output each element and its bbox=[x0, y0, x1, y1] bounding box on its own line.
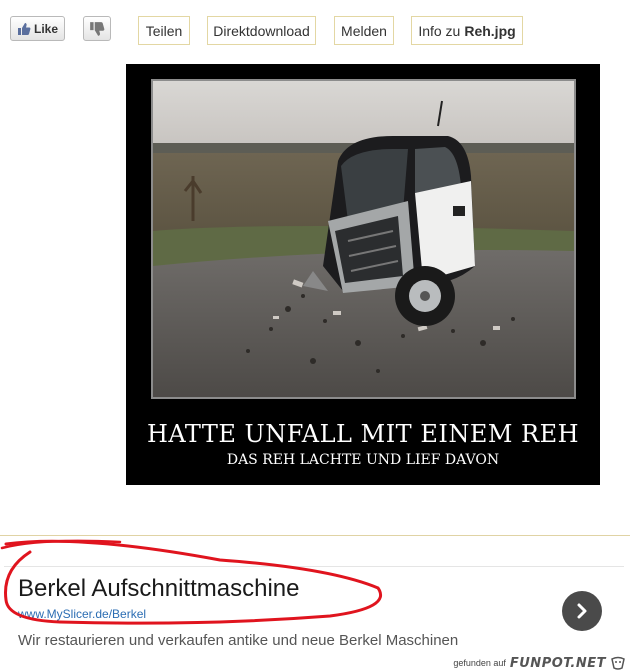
like-label: Like bbox=[33, 21, 58, 36]
watermark-prefix: gefunden auf bbox=[453, 658, 506, 668]
download-label: Direktdownload bbox=[213, 22, 310, 39]
poster-subtitle: DAS REH LACHTE UND LIEF DAVON bbox=[226, 452, 500, 468]
report-label: Melden bbox=[341, 22, 387, 39]
demotivational-poster: HATTE UNFALL MIT EINEM REH DAS REH LACHT… bbox=[126, 64, 600, 485]
poster-title: HATTE UNFALL MIT EINEM REH bbox=[146, 420, 580, 448]
thumbs-up-icon bbox=[17, 22, 31, 35]
like-button[interactable]: Like bbox=[10, 16, 65, 41]
poster-photo bbox=[151, 79, 576, 399]
direct-download-button[interactable]: Direktdownload bbox=[207, 16, 316, 45]
ad-url[interactable]: www.MySlicer.de/Berkel bbox=[18, 607, 146, 621]
file-info-button[interactable]: Info zu Reh.jpg bbox=[411, 16, 523, 45]
crashed-car-image bbox=[153, 81, 574, 397]
watermark-brand: FUNPOT.NET bbox=[509, 655, 606, 671]
ad-go-button[interactable] bbox=[562, 591, 602, 631]
info-prefix: Info zu bbox=[418, 22, 461, 39]
toolbar: Like Teilen Direktdownload Melden Info z… bbox=[0, 0, 630, 52]
ad-banner[interactable]: Berkel Aufschnittmaschine www.MySlicer.d… bbox=[4, 566, 624, 664]
share-button[interactable]: Teilen bbox=[138, 16, 190, 45]
ad-description: Wir restaurieren und verkaufen antike un… bbox=[18, 632, 459, 649]
report-button[interactable]: Melden bbox=[334, 16, 394, 45]
info-filename: Reh.jpg bbox=[464, 22, 516, 39]
site-watermark: gefunden auf FUNPOT.NET bbox=[404, 654, 630, 672]
thumbs-down-icon bbox=[90, 21, 105, 36]
section-divider bbox=[0, 535, 630, 536]
chevron-right-icon bbox=[577, 603, 587, 619]
funpot-logo-icon bbox=[611, 656, 625, 670]
share-label: Teilen bbox=[145, 22, 183, 39]
ad-title[interactable]: Berkel Aufschnittmaschine bbox=[18, 575, 299, 603]
dislike-button[interactable] bbox=[83, 16, 111, 41]
